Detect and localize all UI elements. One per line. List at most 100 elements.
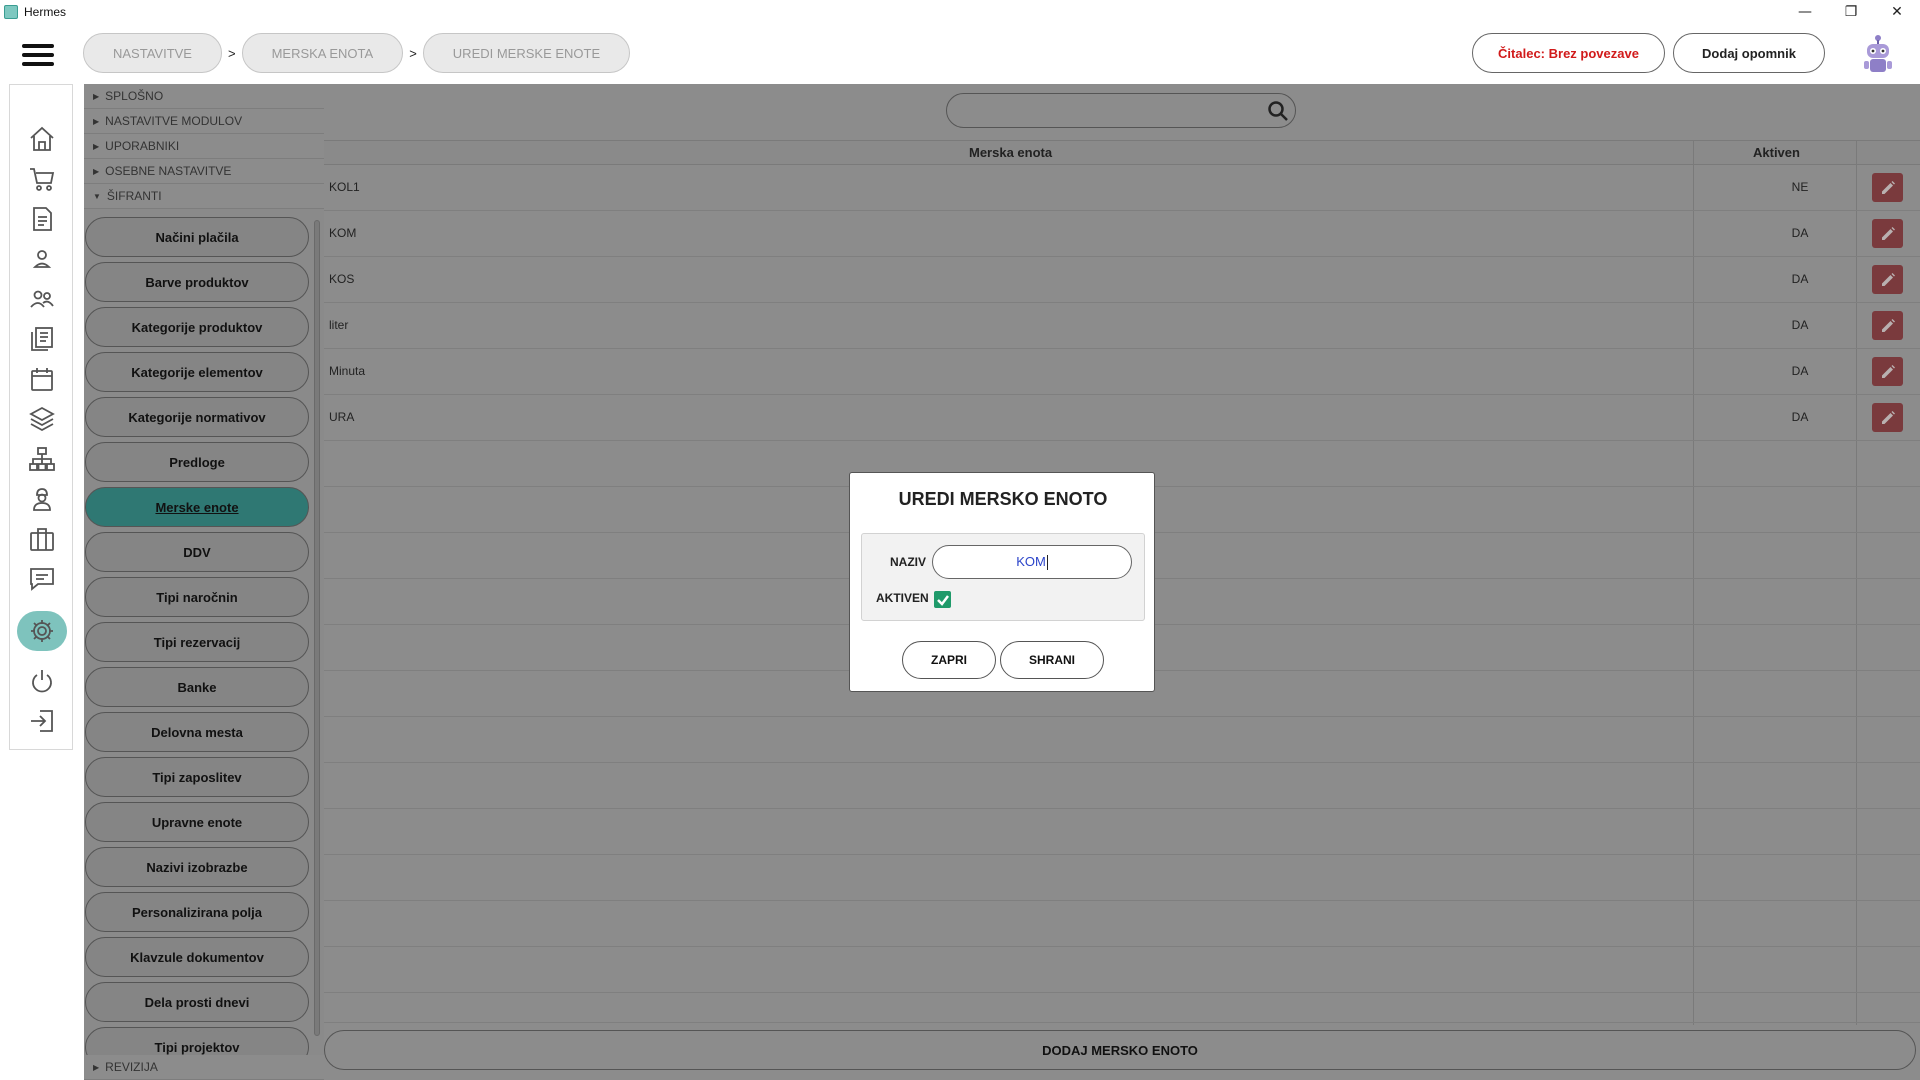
name-field[interactable]: KOM <box>932 545 1132 579</box>
table-row[interactable]: Minuta DA <box>324 349 1920 395</box>
tree-item-product-colors[interactable]: Barve produktov <box>85 262 309 302</box>
text-caret <box>1046 555 1048 571</box>
table-row-empty <box>324 809 1920 855</box>
edit-button[interactable] <box>1872 311 1903 340</box>
cell-active: NE <box>1791 180 1809 194</box>
search-icon[interactable] <box>1267 100 1289 122</box>
minimize-button[interactable]: — <box>1782 0 1828 24</box>
window-titlebar: Hermes — ❐ ✕ <box>0 0 1920 24</box>
tree-section-revision[interactable]: ▶ REVIZIJA <box>84 1055 324 1080</box>
tree-section-modules[interactable]: ▶ NASTAVITVE MODULOV <box>84 109 324 134</box>
pencil-icon <box>1881 364 1895 378</box>
tree-scrollbar[interactable] <box>312 210 322 1055</box>
collapse-arrow-icon: ▼ <box>93 191 101 201</box>
tree-item-element-categories[interactable]: Kategorije elementov <box>85 352 309 392</box>
add-unit-button[interactable]: DODAJ MERSKO ENOTO <box>324 1030 1916 1070</box>
people-icon[interactable] <box>26 283 58 315</box>
cell-unit: KOM <box>329 226 357 240</box>
invoice-icon[interactable] <box>26 203 58 235</box>
save-button[interactable]: SHRANI <box>1000 641 1104 679</box>
close-window-button[interactable]: ✕ <box>1874 0 1920 24</box>
codebook-list: Načini plačila Barve produktov Kategorij… <box>84 210 324 1055</box>
table-row[interactable]: KOL1 NE <box>324 165 1920 211</box>
edit-button[interactable] <box>1872 357 1903 386</box>
pencil-icon <box>1881 272 1895 286</box>
grid-header: Merska enota Aktiven <box>324 140 1920 165</box>
tree-item-product-categories[interactable]: Kategorije produktov <box>85 307 309 347</box>
briefcase-icon[interactable] <box>26 523 58 555</box>
tree-item-employment-types[interactable]: Tipi zaposlitev <box>85 757 309 797</box>
tree-section-users[interactable]: ▶ UPORABNIKI <box>84 134 324 159</box>
tree-item-education-titles[interactable]: Nazivi izobrazbe <box>85 847 309 887</box>
reader-status-button[interactable]: Čitalec: Brez povezave <box>1472 33 1665 73</box>
tree-item-subscription-types[interactable]: Tipi naročnin <box>85 577 309 617</box>
edit-button[interactable] <box>1872 403 1903 432</box>
cell-unit: KOL1 <box>329 180 360 194</box>
home-icon[interactable] <box>26 123 58 155</box>
cell-active: DA <box>1791 364 1809 378</box>
settings-tree: ▶ SPLOŠNO ▶ NASTAVITVE MODULOV ▶ UPORABNIKI… <box>84 84 324 1080</box>
table-row[interactable]: KOM DA <box>324 211 1920 257</box>
cart-icon[interactable] <box>26 163 58 195</box>
logout-icon[interactable] <box>26 705 58 737</box>
tree-item-holidays[interactable]: Dela prosti dnevi <box>85 982 309 1022</box>
org-chart-icon[interactable] <box>26 443 58 475</box>
tree-section-codebooks[interactable]: ▼ ŠIFRANTI <box>84 184 324 209</box>
restore-button[interactable]: ❐ <box>1828 0 1874 24</box>
table-row[interactable]: KOS DA <box>324 257 1920 303</box>
breadcrumb-separator: > <box>227 45 236 61</box>
hamburger-menu-icon[interactable] <box>22 44 62 74</box>
tree-item-admin-units[interactable]: Upravne enote <box>85 802 309 842</box>
tree-item-custom-fields[interactable]: Personalizirana polja <box>85 892 309 932</box>
worker-icon[interactable] <box>26 483 58 515</box>
active-checkbox[interactable] <box>934 591 951 608</box>
edit-button[interactable] <box>1872 265 1903 294</box>
tree-item-banks[interactable]: Banke <box>85 667 309 707</box>
tree-item-units[interactable]: Merske enote <box>85 487 309 527</box>
power-icon[interactable] <box>26 665 58 697</box>
column-header-active[interactable]: Aktiven <box>1753 145 1800 160</box>
cell-unit: liter <box>329 318 349 332</box>
close-button[interactable]: ZAPRI <box>902 641 996 679</box>
name-label: NAZIV <box>890 555 926 569</box>
tree-item-reservation-types[interactable]: Tipi rezervacij <box>85 622 309 662</box>
edit-button[interactable] <box>1872 173 1903 202</box>
column-header-unit[interactable]: Merska enota <box>969 145 1052 160</box>
pencil-icon <box>1881 180 1895 194</box>
scrollbar-thumb[interactable] <box>314 220 320 1036</box>
chat-icon[interactable] <box>26 563 58 595</box>
table-row[interactable]: liter DA <box>324 303 1920 349</box>
pencil-icon <box>1881 226 1895 240</box>
breadcrumb-settings[interactable]: NASTAVITVE <box>83 33 222 73</box>
expand-arrow-icon: ▶ <box>93 1062 100 1072</box>
tree-item-vat[interactable]: DDV <box>85 532 309 572</box>
tree-item-project-types[interactable]: Tipi projektov <box>85 1027 309 1055</box>
table-row-empty <box>324 717 1920 763</box>
tree-section-general[interactable]: ▶ SPLOŠNO <box>84 84 324 109</box>
assistant-robot-icon[interactable] <box>1860 34 1896 74</box>
pencil-icon <box>1881 410 1895 424</box>
edit-button[interactable] <box>1872 219 1903 248</box>
calendar-icon[interactable] <box>26 363 58 395</box>
search-input[interactable] <box>946 93 1296 128</box>
tree-section-personal[interactable]: ▶ OSEBNE NASTAVITVE <box>84 159 324 184</box>
cell-active: DA <box>1791 410 1809 424</box>
breadcrumb-unit[interactable]: MERSKA ENOTA <box>241 33 404 73</box>
layers-icon[interactable] <box>26 403 58 435</box>
table-row[interactable]: URA DA <box>324 395 1920 441</box>
cell-unit: Minuta <box>329 364 366 378</box>
tree-item-norm-categories[interactable]: Kategorije normativov <box>85 397 309 437</box>
expand-arrow-icon: ▶ <box>93 116 100 126</box>
expand-arrow-icon: ▶ <box>93 141 100 151</box>
tree-item-templates[interactable]: Predloge <box>85 442 309 482</box>
table-row-empty <box>324 901 1920 947</box>
add-reminder-button[interactable]: Dodaj opomnik <box>1673 33 1825 73</box>
breadcrumb: NASTAVITVE > MERSKA ENOTA > UREDI MERSKE… <box>83 33 631 73</box>
documents-icon[interactable] <box>26 323 58 355</box>
person-icon[interactable] <box>26 243 58 275</box>
settings-icon[interactable] <box>17 611 67 651</box>
tree-item-document-clauses[interactable]: Klavzule dokumentov <box>85 937 309 977</box>
tree-item-payment-methods[interactable]: Načini plačila <box>85 217 309 257</box>
tree-item-job-positions[interactable]: Delovna mesta <box>85 712 309 752</box>
breadcrumb-edit-units[interactable]: UREDI MERSKE ENOTE <box>422 33 631 73</box>
